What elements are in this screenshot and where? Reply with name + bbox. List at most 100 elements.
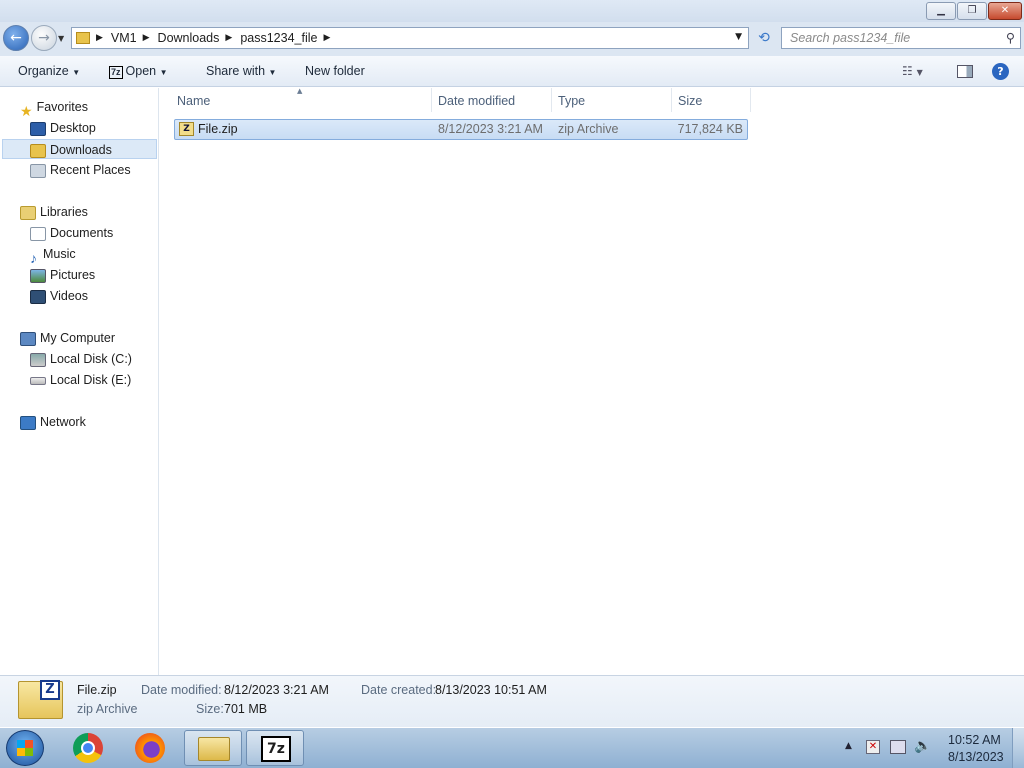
chevron-right-icon[interactable]: ▶ [143,33,150,43]
breadcrumb-pass1234-file[interactable]: pass1234_file [240,31,317,45]
minimize-button[interactable]: ▁ [926,2,956,20]
network-label: Network [40,415,86,429]
preview-pane-icon[interactable] [957,65,973,78]
change-view-icon[interactable]: ☷ ▼ [902,64,923,78]
action-center-icon[interactable]: ✕ [866,740,880,754]
file-name: File.zip [198,122,238,136]
column-header-name[interactable]: Name [177,94,210,108]
folder-icon [198,737,230,761]
sidebar-item-downloads[interactable]: Downloads [2,139,157,159]
show-hidden-icons-button[interactable]: ▲ [845,741,852,751]
column-divider[interactable] [431,88,432,112]
file-list-pane: ▲ Name Date modified Type Size Z File.zi… [160,87,1024,675]
sidebar-item-music[interactable]: ♪ Music [30,244,76,266]
sort-ascending-icon: ▲ [297,87,303,95]
sidebar-item-local-disk-e[interactable]: Local Disk (E:) [30,370,131,390]
share-with-button[interactable]: Share with ▼ [206,64,276,78]
sidebar-my-computer[interactable]: My Computer [20,328,115,348]
details-date-modified-label: Date modified: [141,683,222,697]
taskbar-firefox[interactable] [122,730,180,766]
sidebar-network[interactable]: Network [20,412,86,432]
sidebar-item-label: Desktop [50,121,96,135]
sidebar-item-label: Videos [50,289,88,303]
sidebar-libraries[interactable]: Libraries [20,202,88,222]
recent-places-icon [30,163,46,178]
sidebar-item-pictures[interactable]: Pictures [30,265,95,285]
forward-button[interactable]: → [31,25,57,51]
videos-icon [30,289,46,304]
network-icon [20,415,36,430]
taskbar-explorer[interactable] [184,730,242,766]
details-file-type: zip Archive [77,702,138,716]
chevron-down-icon: ▼ [268,68,277,77]
seven-zip-icon: 7z [109,66,123,79]
star-icon: ★ [20,102,33,119]
breadcrumb-downloads[interactable]: Downloads [158,31,220,45]
breadcrumb-vm1[interactable]: VM1 [111,31,137,45]
address-dropdown-icon[interactable]: ▼ [735,32,742,42]
new-folder-button[interactable]: New folder [305,64,365,78]
organize-button[interactable]: Organize ▼ [18,64,80,78]
address-bar[interactable]: ▶ VM1 ▶ Downloads ▶ pass1234_file ▶ ▼ [71,27,749,49]
music-icon: ♪ [30,249,37,266]
volume-muted-icon[interactable]: 🔈 [914,738,931,754]
sidebar-favorites[interactable]: ★ Favorites [20,97,88,119]
computer-icon [20,331,36,346]
details-pane: Z File.zip zip Archive Date modified: 8/… [0,675,1024,727]
column-divider[interactable] [551,88,552,112]
column-header-type[interactable]: Type [558,94,585,108]
chevron-right-icon[interactable]: ▶ [225,33,232,43]
details-date-modified: 8/12/2023 3:21 AM [224,683,329,697]
chevron-down-icon: ▼ [159,68,168,77]
sidebar-item-documents[interactable]: Documents [30,223,113,243]
chevron-down-icon: ▼ [72,68,81,77]
sidebar-item-local-disk-c[interactable]: Local Disk (C:) [30,349,132,369]
back-button[interactable]: ← [3,25,29,51]
zip-file-icon: Z [179,122,194,136]
navigation-pane: ★ Favorites Desktop Downloads Recent Plac… [0,88,159,675]
network-status-icon[interactable] [890,740,906,754]
command-bar: Organize ▼ 7z Open ▼ Share with ▼ New fol… [0,56,1024,87]
pictures-icon [30,268,46,283]
column-header-date-modified[interactable]: Date modified [438,94,515,108]
details-size: 701 MB [224,702,268,716]
windows-logo-icon [17,740,33,756]
taskbar: 7z ▲ ✕ 🔈 10:52 AM 8/13/2023 [0,728,1024,768]
column-divider[interactable] [750,88,751,112]
desktop-icon [30,121,46,136]
show-desktop-button[interactable] [1012,728,1024,768]
chrome-icon [73,733,103,763]
column-header-size[interactable]: Size [678,94,702,108]
sidebar-item-desktop[interactable]: Desktop [30,118,96,138]
refresh-button[interactable]: ⟲ [753,29,775,49]
search-icon[interactable]: ⚲ [1006,30,1015,45]
zip-file-large-icon: Z [18,680,63,719]
sidebar-item-label: Local Disk (C:) [50,352,132,366]
taskbar-chrome[interactable] [60,730,118,766]
maximize-button[interactable]: ❐ [957,2,987,20]
search-input[interactable]: Search pass1234_file ⚲ [781,27,1021,49]
help-icon[interactable]: ? [992,63,1009,80]
sidebar-item-label: Documents [50,226,114,240]
sidebar-item-recent-places[interactable]: Recent Places [30,160,131,180]
chevron-right-icon[interactable]: ▶ [323,33,330,43]
seven-zip-icon: 7z [261,736,291,762]
close-button[interactable]: ✕ [988,2,1022,20]
firefox-icon [135,733,165,763]
clock-date[interactable]: 8/13/2023 [948,750,1004,764]
column-divider[interactable] [671,88,672,112]
share-with-label: Share with [206,64,266,78]
drive-icon [30,352,46,367]
drive-icon [30,376,46,385]
clock-time[interactable]: 10:52 AM [948,733,1001,747]
open-button[interactable]: 7z Open ▼ [109,64,168,79]
navigation-bar: ← → ▼ ▶ VM1 ▶ Downloads ▶ pass1234_file … [0,22,1024,56]
taskbar-7zip[interactable]: 7z [246,730,304,766]
sidebar-item-label: Music [43,247,76,261]
sidebar-item-videos[interactable]: Videos [30,286,88,306]
details-size-label: Size: [196,702,224,716]
table-row[interactable]: Z File.zip 8/12/2023 3:21 AM zip Archive… [174,119,748,140]
recent-pages-dropdown[interactable]: ▼ [58,34,64,43]
start-button[interactable] [6,730,44,766]
organize-label: Organize [18,64,69,78]
